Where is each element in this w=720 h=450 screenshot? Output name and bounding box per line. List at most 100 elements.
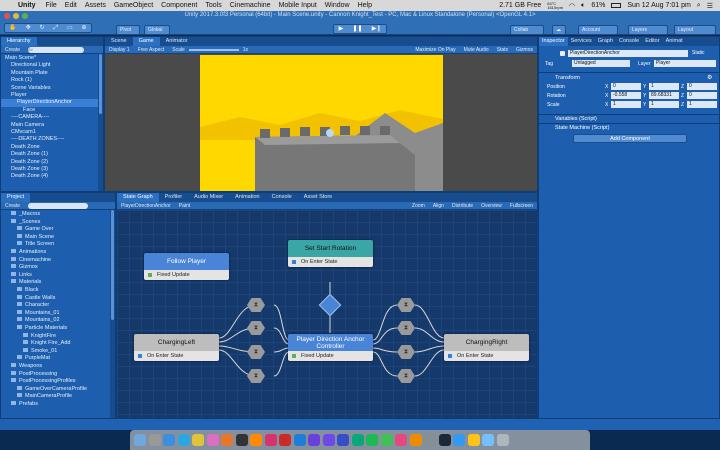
state-node-anchor-controller[interactable]: Player Direction Anchor Controller Fixed… (288, 334, 373, 361)
project-item[interactable]: _Macros (1, 211, 115, 218)
project-item[interactable]: PostProcessing (1, 370, 115, 378)
tag-dropdown[interactable]: Untagged (572, 60, 630, 67)
paint-button[interactable]: Paint (175, 203, 194, 209)
transform-settings-icon[interactable]: ⚙ (707, 74, 712, 81)
menu-help[interactable]: Help (354, 2, 376, 9)
overview-toggle[interactable]: Overview (477, 203, 506, 209)
position-x-field[interactable]: 0 (611, 83, 641, 90)
wifi-icon[interactable]: ◠ (566, 2, 578, 10)
launchpad-icon[interactable] (148, 434, 161, 446)
menu-mobile-input[interactable]: Mobile Input (275, 2, 321, 9)
project-item[interactable]: Character (1, 302, 115, 309)
menu-cinemachine[interactable]: Cinemachine (226, 2, 275, 9)
maximize-on-play-toggle[interactable]: Maximize On Play (411, 47, 459, 53)
hierarchy-item[interactable]: Death Zone (3) (1, 166, 103, 173)
media-encoder-icon[interactable] (337, 434, 349, 446)
state-node-set-start-rotation[interactable]: Set Start Rotation On Enter State (288, 240, 373, 267)
battery-status[interactable]: 61% (588, 2, 608, 9)
aspect-dropdown[interactable]: Free Aspect (134, 47, 169, 53)
battery-icon[interactable] (611, 3, 622, 8)
scale-tool-icon[interactable]: ⤢ (53, 24, 58, 32)
finder-icon[interactable] (134, 434, 146, 446)
firefox-icon[interactable] (221, 434, 233, 446)
position-y-field[interactable]: 1 (649, 83, 679, 90)
tab-profiler[interactable]: Profiler (159, 193, 188, 202)
rect-tool-icon[interactable]: ▭ (67, 24, 73, 32)
state-node-follow-player[interactable]: Follow Player Fixed Update (144, 253, 229, 280)
static-toggle[interactable]: Static (692, 50, 705, 56)
add-component-button[interactable]: Add Component (573, 134, 687, 143)
tab-console-bottom[interactable]: Console (266, 193, 298, 202)
collab-button[interactable]: Collab (510, 25, 544, 35)
notes-icon[interactable] (467, 434, 480, 446)
move-tool-icon[interactable]: ✥ (26, 24, 31, 32)
project-item[interactable]: Links (1, 271, 115, 279)
project-item[interactable]: Game Over (1, 226, 115, 233)
project-item[interactable]: Particle Materials (1, 325, 115, 332)
menu-file[interactable]: File (42, 2, 61, 9)
project-item[interactable]: KnightFire (1, 332, 115, 340)
project-item[interactable]: Mountains_02 (1, 317, 115, 324)
hierarchy-item[interactable]: Death Zone (1, 144, 103, 151)
premiere-icon[interactable] (322, 434, 335, 446)
indesign-icon[interactable] (264, 434, 277, 446)
project-item[interactable]: Castle Walls (1, 294, 115, 302)
spotify-icon[interactable] (366, 434, 378, 446)
project-item[interactable]: Mountains_01 (1, 309, 115, 317)
tab-project[interactable]: Project (1, 193, 31, 202)
hierarchy-scrollbar[interactable] (98, 54, 103, 191)
volume-icon[interactable]: 🔈︎ (578, 2, 588, 10)
layer-dropdown[interactable]: Player (654, 60, 716, 67)
layers-button[interactable]: Layers (628, 25, 668, 35)
photos-icon[interactable] (206, 434, 219, 446)
pivot-button[interactable]: Pivot (116, 25, 140, 35)
cloud-button[interactable]: ☁ (552, 25, 566, 35)
hand-tool-icon[interactable]: ✋ (9, 24, 16, 32)
tab-asset-store[interactable]: Asset Store (298, 193, 338, 202)
align-toggle[interactable]: Align (429, 203, 448, 209)
fullscreen-toggle[interactable]: Fullscreen (506, 203, 537, 209)
rotation-y-field[interactable]: 89.68331 (649, 92, 679, 99)
safari-icon[interactable] (163, 434, 175, 446)
distribute-toggle[interactable]: Distribute (448, 203, 477, 209)
play-icon[interactable]: ▶ (339, 25, 344, 33)
tab-audio-mixer[interactable]: Audio Mixer (188, 193, 229, 202)
notification-center-icon[interactable]: ☰ (704, 2, 716, 10)
skype-icon[interactable] (177, 434, 190, 446)
download-icon[interactable] (482, 434, 494, 446)
unity-icon[interactable] (235, 434, 248, 446)
project-item[interactable]: Gizmos (1, 264, 115, 271)
project-item[interactable]: Smoke_01 (1, 347, 115, 355)
hierarchy-item[interactable]: PlayerDirectionAnchor (1, 99, 103, 107)
chrome-icon[interactable] (192, 434, 204, 446)
scale-slider[interactable] (188, 48, 239, 51)
mute-audio-toggle[interactable]: Mute Audio (460, 47, 493, 53)
trash-icon[interactable] (496, 434, 509, 446)
rotate-tool-icon[interactable]: ↻ (40, 24, 45, 32)
menu-window[interactable]: Window (321, 2, 354, 9)
hierarchy-search-input[interactable] (28, 46, 85, 53)
tab-editor[interactable]: Editor (642, 37, 662, 46)
app-store-icon[interactable] (453, 434, 465, 446)
hierarchy-item[interactable]: ----DEATH ZONES---- (1, 136, 103, 143)
hierarchy-item[interactable]: Scene Variables (1, 85, 103, 92)
illustrator-icon[interactable] (250, 434, 262, 446)
project-item[interactable]: _Scenes (1, 218, 115, 226)
scale-x-field[interactable]: 1 (611, 101, 641, 108)
tab-scene[interactable]: Scene (105, 37, 133, 46)
project-item[interactable]: Black (1, 287, 115, 294)
project-item[interactable]: Knight Fire_Add (1, 340, 115, 347)
steam-icon[interactable] (438, 434, 451, 446)
hierarchy-item[interactable]: ----CAMERA---- (1, 114, 103, 121)
hierarchy-item[interactable]: Main Scene* (1, 55, 103, 62)
project-item[interactable]: Animations (1, 249, 115, 256)
object-name-field[interactable]: PlayerDirectionAnchor (568, 50, 688, 57)
menu-gameobject[interactable]: GameObject (110, 2, 157, 9)
project-item[interactable]: Prefabs (1, 401, 115, 408)
clock[interactable]: Sun 12 Aug 7:01 pm (624, 2, 693, 9)
hierarchy-item[interactable]: CMvcam1 (1, 129, 103, 136)
tab-animation[interactable]: Animation (229, 193, 265, 202)
hierarchy-item[interactable]: Death Zone (4) (1, 173, 103, 180)
step-icon[interactable]: ▶❙ (372, 25, 382, 33)
hierarchy-item[interactable]: Rock (1) (1, 77, 103, 84)
